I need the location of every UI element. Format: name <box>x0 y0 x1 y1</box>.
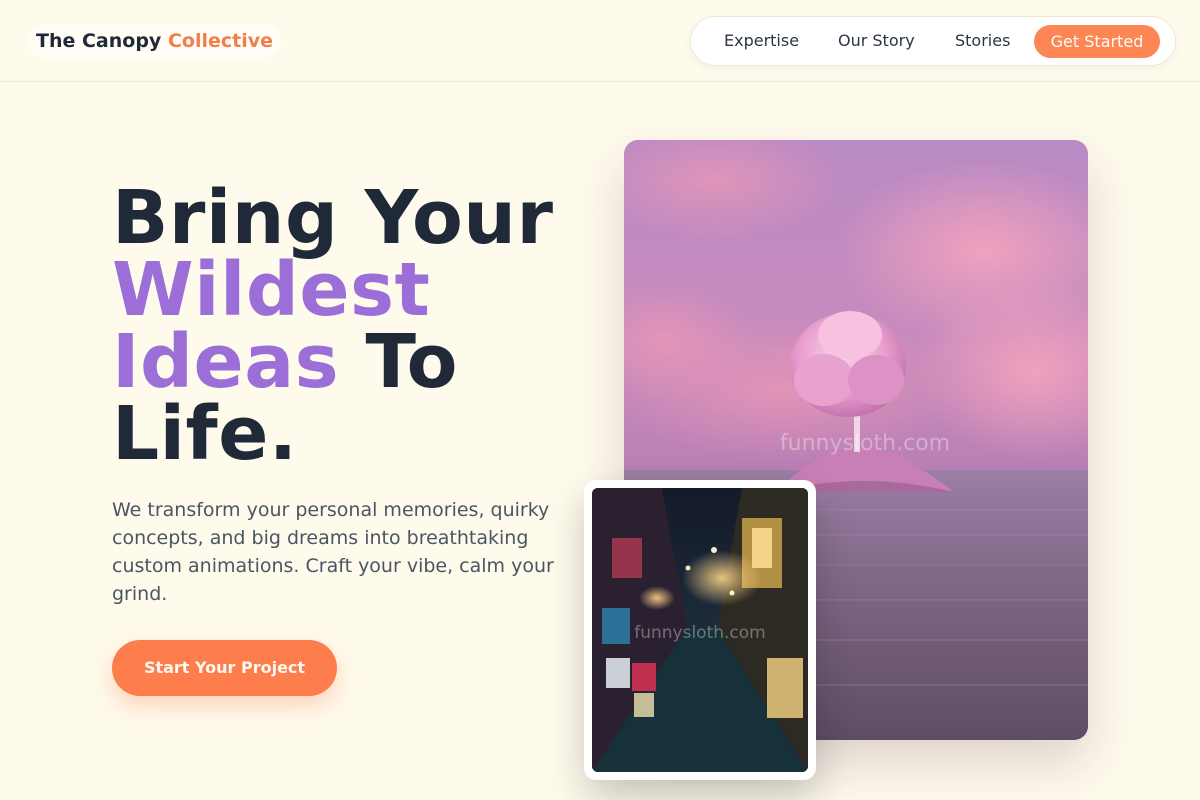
inset-image-watermark: funnysloth.com <box>634 623 766 643</box>
nav-link-our-story[interactable]: Our Story <box>838 17 915 65</box>
brand-name-accent: Collective <box>167 30 273 52</box>
hero-inset-image: funnysloth.com <box>592 488 808 772</box>
get-started-button[interactable]: Get Started <box>1034 25 1160 58</box>
brand-logo[interactable]: The Canopy Collective <box>28 24 281 58</box>
headline-line-4: Life. <box>112 391 298 477</box>
main-nav: Expertise Our Story Stories Get Started <box>690 16 1176 66</box>
site-header: The Canopy Collective Expertise Our Stor… <box>0 0 1200 82</box>
nav-link-stories[interactable]: Stories <box>955 17 1010 65</box>
main-image-watermark: funnysloth.com <box>780 431 950 456</box>
nav-link-expertise[interactable]: Expertise <box>724 17 799 65</box>
hero-description: We transform your personal memories, qui… <box>112 499 554 605</box>
brand-name: The Canopy <box>36 30 162 52</box>
hero-headline: Bring Your Wildest Ideas To Life. <box>112 181 592 471</box>
headline-to: To <box>365 319 458 405</box>
neon-alley-illustration: funnysloth.com <box>592 488 808 772</box>
start-project-button[interactable]: Start Your Project <box>112 640 337 696</box>
hero-inset-card: funnysloth.com <box>584 480 816 780</box>
